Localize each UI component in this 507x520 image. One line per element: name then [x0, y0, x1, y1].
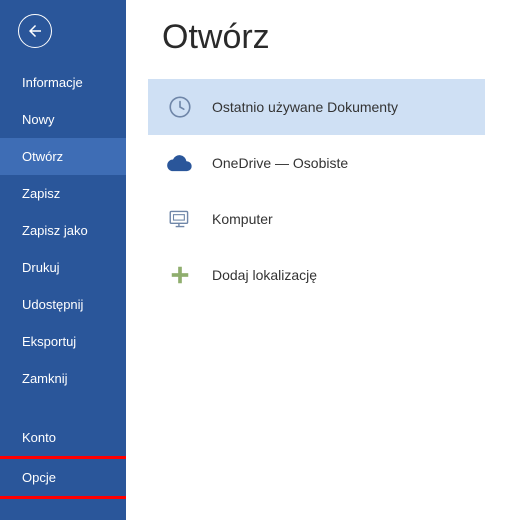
back-button[interactable] [18, 14, 52, 48]
sidebar-item-open[interactable]: Otwórz [0, 138, 126, 175]
sidebar-item-account[interactable]: Konto [0, 419, 126, 456]
cloud-icon [164, 147, 196, 179]
sidebar-item-label: Udostępnij [22, 297, 83, 312]
computer-icon [164, 203, 196, 235]
sidebar-item-label: Opcje [22, 470, 56, 485]
sidebar-item-options[interactable]: Opcje [0, 456, 129, 499]
clock-icon [164, 91, 196, 123]
sidebar-item-label: Zamknij [22, 371, 68, 386]
location-label: Ostatnio używane Dokumenty [212, 99, 398, 115]
sidebar-item-label: Zapisz jako [22, 223, 88, 238]
backstage-main: Otwórz Ostatnio używane Dokumenty OneDri… [126, 0, 507, 520]
sidebar-item-info[interactable]: Informacje [0, 64, 126, 101]
location-computer[interactable]: Komputer [148, 191, 485, 247]
sidebar-item-label: Eksportuj [22, 334, 76, 349]
location-label: Komputer [212, 211, 273, 227]
location-label: OneDrive — Osobiste [212, 155, 348, 171]
location-onedrive[interactable]: OneDrive — Osobiste [148, 135, 485, 191]
sidebar-item-close[interactable]: Zamknij [0, 360, 126, 397]
location-label: Dodaj lokalizację [212, 267, 317, 283]
sidebar-item-label: Zapisz [22, 186, 60, 201]
location-recent[interactable]: Ostatnio używane Dokumenty [148, 79, 485, 135]
sidebar-item-label: Drukuj [22, 260, 60, 275]
sidebar-item-save[interactable]: Zapisz [0, 175, 126, 212]
sidebar-item-label: Informacje [22, 75, 83, 90]
sidebar-item-label: Konto [22, 430, 56, 445]
sidebar-item-label: Otwórz [22, 149, 63, 164]
sidebar-item-export[interactable]: Eksportuj [0, 323, 126, 360]
sidebar-item-print[interactable]: Drukuj [0, 249, 126, 286]
back-arrow-icon [26, 22, 44, 40]
sidebar-item-share[interactable]: Udostępnij [0, 286, 126, 323]
sidebar-item-save-as[interactable]: Zapisz jako [0, 212, 126, 249]
location-add[interactable]: Dodaj lokalizację [148, 247, 485, 303]
sidebar-item-label: Nowy [22, 112, 55, 127]
location-list: Ostatnio używane Dokumenty OneDrive — Os… [126, 79, 507, 303]
page-title: Otwórz [126, 18, 507, 57]
sidebar-item-new[interactable]: Nowy [0, 101, 126, 138]
backstage-sidebar: Informacje Nowy Otwórz Zapisz Zapisz jak… [0, 0, 126, 520]
plus-icon [164, 259, 196, 291]
